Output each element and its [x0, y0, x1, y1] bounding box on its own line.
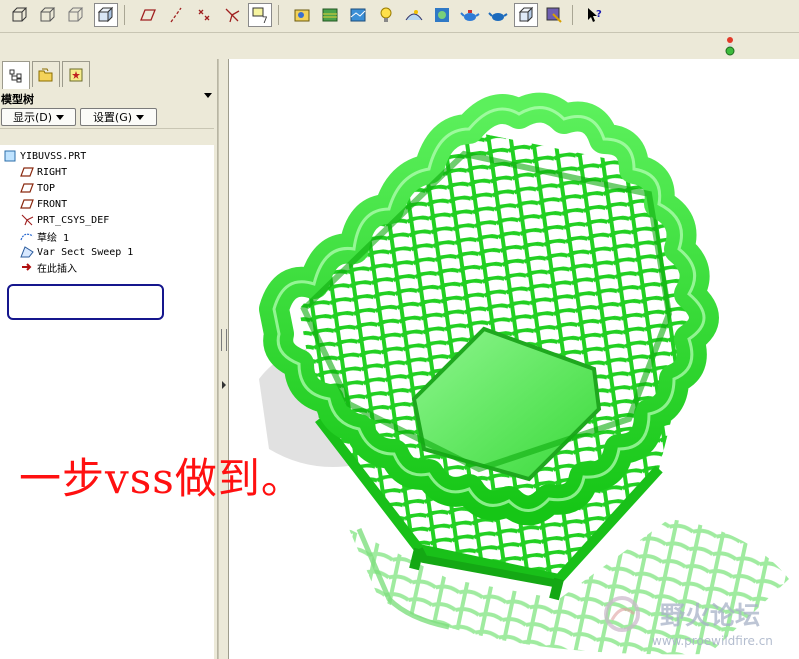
splitter-grip-icon — [221, 329, 227, 351]
tree-column-header — [0, 128, 214, 146]
chevron-down-icon — [56, 114, 65, 120]
traffic-light-icon[interactable] — [724, 36, 736, 56]
tree-item-right[interactable]: RIGHT — [20, 165, 67, 179]
tree-item-sketch[interactable]: 草绘 1 — [20, 229, 70, 244]
datum-plane-icon — [20, 166, 34, 178]
status-toolbar — [0, 33, 799, 59]
tree-item-sweep[interactable]: Var Sect Sweep 1 — [20, 245, 133, 259]
view-wireframe-icon[interactable] — [64, 3, 88, 27]
sweep-icon — [20, 246, 34, 258]
perspective-icon[interactable] — [542, 3, 566, 27]
annotation-display-icon[interactable]: 7 — [248, 3, 272, 27]
tree-item-label: PRT_CSYS_DEF — [37, 214, 110, 226]
toolbar-separator — [124, 5, 125, 25]
scene-icon[interactable] — [402, 3, 426, 27]
tab-model-tree[interactable] — [2, 61, 30, 89]
chevron-down-icon — [136, 114, 145, 120]
tree-item-csys[interactable]: PRT_CSYS_DEF — [20, 213, 109, 227]
datum-point-display-icon[interactable] — [192, 3, 216, 27]
show-button[interactable]: 显示(D) — [1, 108, 76, 126]
coordinate-system-icon — [20, 214, 34, 226]
tree-item-label: FRONT — [37, 198, 68, 210]
datum-plane-icon — [20, 198, 34, 210]
tab-folder-browser[interactable] — [32, 61, 60, 87]
part-icon — [3, 150, 17, 162]
teapot-render-icon[interactable] — [458, 3, 482, 27]
favorites-icon — [69, 68, 83, 81]
tree-item-front[interactable]: FRONT — [20, 197, 67, 211]
tree-item-label: Var Sect Sweep 1 — [37, 246, 134, 258]
folder-icon — [38, 68, 53, 81]
tab-favorites[interactable] — [62, 61, 90, 87]
datum-plane-icon — [20, 182, 34, 194]
model-tree: YIBUVSS.PRT RIGHT TOP FRONT PRT_CSYS_DEF… — [0, 145, 214, 659]
tree-item-label: RIGHT — [37, 166, 68, 178]
tree-item-insert-here[interactable]: 在此插入 — [20, 260, 77, 275]
view-hidden-line-icon[interactable] — [8, 3, 32, 27]
tree-item-label: YIBUVSS.PRT — [20, 150, 87, 162]
saved-views-icon[interactable] — [290, 3, 314, 27]
orient-icon[interactable] — [514, 3, 538, 27]
watermark-title: 野火论坛 — [660, 601, 761, 630]
tree-item-top[interactable]: TOP — [20, 181, 55, 195]
main-toolbar: 7 ? — [0, 0, 799, 33]
show-button-label: 显示(D) — [12, 111, 53, 124]
teapot-settings-icon[interactable] — [486, 3, 510, 27]
render-icon[interactable] — [430, 3, 454, 27]
appearance-icon[interactable] — [346, 3, 370, 27]
highlight-box — [7, 284, 164, 320]
context-help-icon[interactable]: ? — [582, 3, 606, 27]
coordinate-system-display-icon[interactable] — [220, 3, 244, 27]
panel-title: 模型树 — [1, 93, 34, 106]
datum-plane-display-icon[interactable] — [136, 3, 160, 27]
settings-button-label: 设置(G) — [92, 111, 133, 124]
caption-text: 一步vss做到。 — [19, 454, 304, 503]
tree-item-label: 草绘 1 — [37, 232, 70, 244]
sketch-icon — [20, 230, 34, 242]
panel-splitter[interactable] — [218, 59, 229, 659]
panel-header: 模型树 — [0, 90, 214, 106]
svg-text:?: ? — [596, 9, 602, 20]
insert-here-arrow-icon — [20, 261, 34, 273]
tree-item-label: 在此插入 — [37, 263, 77, 275]
panel-menu-arrow-icon[interactable] — [204, 93, 212, 98]
view-shaded-icon[interactable] — [94, 3, 118, 27]
graphics-window[interactable] — [229, 59, 799, 659]
view-no-hidden-icon[interactable] — [36, 3, 60, 27]
tree-item-label: TOP — [37, 182, 56, 194]
datum-axis-display-icon[interactable] — [164, 3, 188, 27]
model-tree-icon — [9, 69, 22, 82]
basket-model-render — [259, 92, 789, 655]
layers-icon[interactable] — [318, 3, 342, 27]
svg-text:7: 7 — [262, 16, 268, 25]
splitter-arrow-icon[interactable] — [222, 381, 226, 389]
toolbar-separator — [572, 5, 573, 25]
tree-item-part[interactable]: YIBUVSS.PRT — [3, 149, 86, 163]
settings-button[interactable]: 设置(G) — [80, 108, 157, 126]
navigator-panel: 模型树 显示(D) 设置(G) YIBUVSS.PRT RIGHT TOP FR… — [0, 59, 218, 659]
watermark-url: www.proewildfire.cn — [652, 634, 773, 648]
lights-icon[interactable] — [374, 3, 398, 27]
toolbar-separator — [278, 5, 279, 25]
